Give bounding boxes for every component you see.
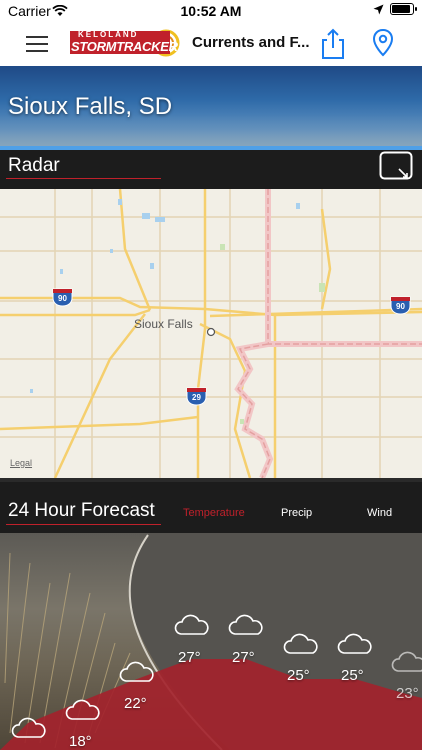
temp-label: 25° (341, 667, 364, 684)
tab-wind[interactable]: Wind (367, 507, 392, 519)
cloud-icon (119, 661, 154, 682)
cloud-icon (337, 633, 372, 654)
cloud-icon (65, 699, 100, 720)
battery-icon (390, 3, 417, 15)
interstate-90-shield-west: 90 (52, 288, 73, 307)
status-bar: Carrier 10:52 AM (0, 0, 422, 22)
cloud-icon (283, 633, 318, 654)
location-header: Sioux Falls, SD (0, 66, 422, 150)
hamburger-menu-icon[interactable] (26, 34, 50, 54)
forecast-graph[interactable]: 18° 22° 27° 27° 25° 25° 23° (0, 533, 422, 750)
location-arrow-icon (373, 4, 384, 14)
clock: 10:52 AM (180, 3, 242, 19)
map-roads (0, 189, 422, 478)
radar-title: Radar (8, 155, 60, 176)
logo-keloland: KELOLAND (78, 30, 139, 39)
legal-link[interactable]: Legal (10, 458, 32, 468)
temp-label: 22° (124, 695, 147, 712)
forecast-title: 24 Hour Forecast (8, 500, 155, 521)
tab-temperature[interactable]: Temperature (183, 507, 245, 519)
radar-title-underline (6, 178, 161, 179)
radar-section-header: Radar (0, 150, 422, 189)
page-title: Currents and F... (192, 34, 310, 51)
share-icon[interactable] (321, 28, 345, 60)
tab-precip[interactable]: Precip (281, 507, 312, 519)
cloud-icon (228, 614, 263, 635)
city-name: Sioux Falls, SD (8, 93, 173, 120)
temp-label: 27° (232, 649, 255, 666)
map-city-label: Sioux Falls (134, 317, 193, 331)
temp-label: 23° (396, 685, 419, 702)
expand-icon[interactable] (379, 151, 413, 180)
interstate-29-shield: 29 (186, 387, 207, 406)
logo-stormtracker: STORMTRACKER (71, 39, 178, 54)
temp-label: 25° (287, 667, 310, 684)
stormtracker-logo: KELOLAND STORMTRACKER (68, 27, 180, 59)
cloud-icon (174, 614, 209, 635)
status-right (373, 3, 417, 15)
forecast-section-header: 24 Hour Forecast Temperature Precip Wind (0, 478, 422, 533)
nav-bar: KELOLAND STORMTRACKER Currents and F... (0, 22, 422, 66)
forecast-title-underline (6, 524, 161, 525)
interstate-90-shield-east: 90 (390, 296, 411, 315)
cloud-icon (391, 651, 422, 672)
temp-label: 27° (178, 649, 201, 666)
cloud-icon (11, 717, 46, 738)
temp-label: 18° (69, 733, 92, 750)
radar-map[interactable]: Sioux Falls Legal 90 90 29 (0, 189, 422, 478)
location-pin-icon[interactable] (372, 28, 394, 58)
